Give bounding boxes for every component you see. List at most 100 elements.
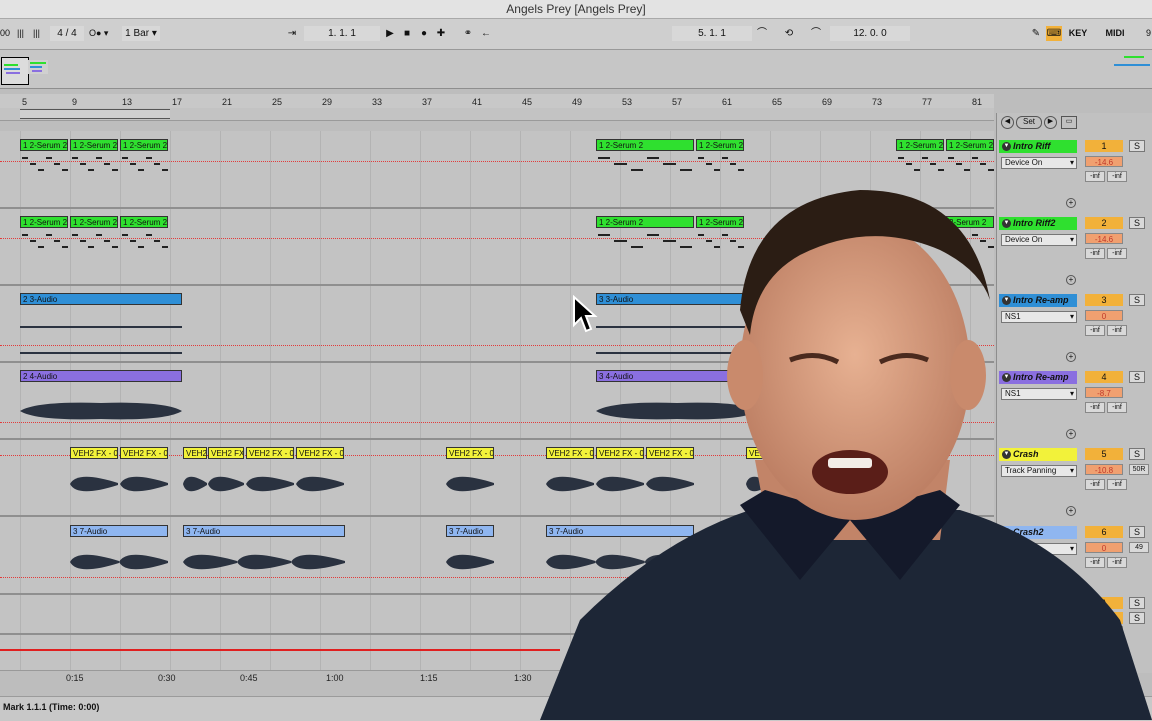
loop-switch-icon[interactable]: ⟲ <box>781 26 797 41</box>
clip-header[interactable]: 3 7-Audio <box>446 525 494 537</box>
clip-body[interactable] <box>446 459 494 509</box>
midi-note <box>948 157 954 159</box>
clip-header[interactable]: VEH2 FX - 0 <box>296 447 344 459</box>
clip-body[interactable] <box>120 151 168 201</box>
clip-header[interactable]: 1 2-Serum 2 <box>20 139 68 151</box>
clip-body[interactable] <box>20 382 182 432</box>
clip-body[interactable] <box>70 228 118 278</box>
clip-header[interactable]: 1 2-Serum 2 <box>70 139 118 151</box>
quantize-select[interactable]: 1 Bar ▾ <box>122 26 160 41</box>
midi-note <box>722 157 728 159</box>
clip-body[interactable] <box>70 459 118 509</box>
clip-header[interactable]: VEH2 FX - 0 <box>246 447 294 459</box>
midi-note <box>80 163 86 165</box>
midi-note <box>130 240 136 242</box>
master-automation-line[interactable] <box>0 649 560 651</box>
clip-header[interactable]: 3 7-Audio <box>183 525 345 537</box>
midi-note <box>598 157 611 159</box>
track-name[interactable]: ▼ Intro Riff <box>999 140 1077 153</box>
nudge-icon[interactable]: ||| <box>33 26 40 41</box>
metronome-icon[interactable]: O● ▾ <box>89 26 108 41</box>
track-activator[interactable]: 1 <box>1085 140 1123 152</box>
clip-header[interactable]: 1 2-Serum 2 <box>596 139 694 151</box>
midi-note <box>647 157 660 159</box>
status-text: Mark 1.1.1 (Time: 0:00) <box>3 702 100 712</box>
time-signature[interactable]: 4 / 4 <box>50 26 84 41</box>
set-locator-button[interactable]: Set <box>1016 116 1042 129</box>
clip-body[interactable] <box>120 228 168 278</box>
follow-icon[interactable]: ⇥ <box>284 26 300 41</box>
clip-header[interactable]: 1 2-Serum 2 <box>696 139 744 151</box>
clip-header[interactable]: 1 2-Serum 2 <box>896 139 944 151</box>
arrangement-overview[interactable] <box>0 50 1152 89</box>
clip-body[interactable] <box>70 537 168 587</box>
midi-note <box>138 246 144 248</box>
loop-brace[interactable] <box>20 109 170 119</box>
clip-header[interactable]: VEH2 FX - 0 <box>446 447 494 459</box>
beat-time-ruler[interactable]: 5 9 13 17 21 25 29 33 37 41 45 49 53 57 61 65 69 73 77 81 <box>0 94 994 108</box>
time-ruler-label: 1:00 <box>326 673 344 683</box>
clip-body[interactable] <box>296 459 344 509</box>
ruler-bar-number: 13 <box>122 97 133 107</box>
computer-keyboard-icon[interactable]: ⌨ <box>1046 26 1062 41</box>
midi-note <box>38 246 44 248</box>
fold-chevron-icon[interactable]: ▼ <box>1002 142 1011 151</box>
loop-length[interactable]: 12. 0. 0 <box>830 26 910 41</box>
waveform <box>446 476 494 492</box>
key-map-button[interactable]: KEY <box>1068 26 1088 41</box>
time-ruler-label: 1:30 <box>514 673 532 683</box>
draw-mode-icon[interactable]: ✎ <box>1028 26 1044 41</box>
solo-button[interactable]: S <box>1129 140 1145 152</box>
clip-header[interactable]: 1 2-Serum 2 <box>120 139 168 151</box>
waveform <box>296 476 344 492</box>
play-button[interactable]: ▶ <box>382 26 398 41</box>
stop-button[interactable]: ■ <box>399 26 415 41</box>
punch-out-icon[interactable]: ⌒ <box>808 26 824 41</box>
tempo-fragment[interactable]: 00 <box>0 26 10 41</box>
tap-icon[interactable]: ||| <box>17 26 24 41</box>
clip-header[interactable]: VEH2 FX - 0 <box>70 447 118 459</box>
back-to-arrangement-icon[interactable]: ← <box>478 26 494 41</box>
automation-arm-icon[interactable]: ⚭ <box>460 26 476 41</box>
clip-body[interactable] <box>70 151 118 201</box>
clip-header[interactable]: 1 2-Serum 2 <box>70 216 118 228</box>
punch-in-icon[interactable]: ⌒ <box>754 26 770 41</box>
clip-body[interactable] <box>208 459 244 509</box>
next-locator-icon[interactable]: ▶ <box>1044 116 1057 129</box>
clip-header[interactable]: VEH2 FX <box>208 447 244 459</box>
ruler-bar-number: 61 <box>722 97 733 107</box>
overdub-button[interactable]: ✚ <box>433 26 449 41</box>
midi-note <box>88 169 94 171</box>
clip-header[interactable]: 3 7-Audio <box>70 525 168 537</box>
clip-header[interactable]: 2 3-Audio <box>20 293 182 305</box>
locator-list-icon[interactable]: ▭ <box>1061 116 1077 129</box>
clip-header[interactable]: VEH2 FX - 0 <box>120 447 168 459</box>
clip-header[interactable]: 1 2-Serum 2 <box>20 216 68 228</box>
ruler-bar-number: 9 <box>72 97 78 107</box>
midi-map-button[interactable]: MIDI <box>1104 26 1126 41</box>
loop-brace-strip[interactable] <box>0 108 994 121</box>
record-button[interactable]: ● <box>416 26 432 41</box>
clip-body[interactable] <box>183 459 207 509</box>
midi-note <box>112 246 118 248</box>
clip-body[interactable] <box>20 228 68 278</box>
clip-body[interactable] <box>20 305 182 355</box>
presenter-mouth <box>812 450 888 494</box>
clip-body[interactable] <box>20 151 68 201</box>
midi-note <box>922 157 928 159</box>
midi-note <box>80 240 86 242</box>
song-position[interactable]: 1. 1. 1 <box>304 26 380 41</box>
clip-header[interactable]: 2 4-Audio <box>20 370 182 382</box>
waveform <box>20 326 182 354</box>
clip-body[interactable] <box>246 459 294 509</box>
overview-viewport[interactable] <box>1 57 29 85</box>
prev-locator-icon[interactable]: ◀ <box>1001 116 1014 129</box>
loop-start[interactable]: 5. 1. 1 <box>672 26 752 41</box>
clip-body[interactable] <box>183 537 345 587</box>
clip-header[interactable]: 1 2-Serum 2 <box>120 216 168 228</box>
clip-header[interactable]: VEH2 <box>183 447 207 459</box>
clip-body[interactable] <box>120 459 168 509</box>
clip-body[interactable] <box>446 537 494 587</box>
ruler-bar-number: 33 <box>372 97 383 107</box>
clip-header[interactable]: 1 2-Serum 2 <box>946 139 994 151</box>
